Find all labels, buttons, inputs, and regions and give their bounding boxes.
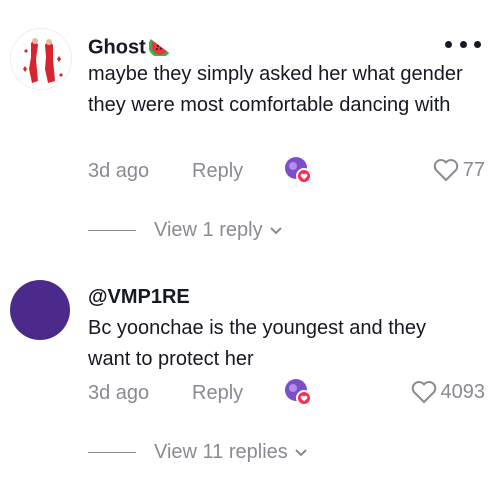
comment-meta: 3d ago Reply 4093 — [88, 378, 485, 408]
heart-outline-icon — [411, 381, 436, 403]
reply-button[interactable]: Reply — [192, 160, 243, 183]
username[interactable]: Ghost — [88, 34, 171, 62]
chevron-down-icon — [269, 219, 283, 242]
comment-2: @VMP1RE Bc yoonchae is the youngest and … — [0, 250, 495, 498]
view-replies-label: View 1 reply — [154, 218, 263, 241]
avatar[interactable] — [10, 280, 70, 340]
more-options-icon[interactable] — [445, 36, 481, 52]
comment-meta: 3d ago Reply 77 — [88, 156, 485, 186]
timestamp: 3d ago — [88, 160, 150, 182]
username[interactable]: @VMP1RE — [88, 286, 190, 309]
creator-liked-avatar-icon — [284, 378, 312, 406]
comment-1: Ghost maybe they simply asked her what g… — [0, 0, 495, 250]
timestamp: 3d ago — [88, 382, 150, 404]
divider-line — [88, 451, 136, 453]
chevron-down-icon — [294, 441, 308, 464]
creator-liked-avatar-icon — [284, 156, 312, 184]
avatar-image — [11, 29, 71, 89]
like-count: 4093 — [440, 380, 486, 403]
view-replies-button[interactable]: View 1 reply — [88, 215, 283, 245]
avatar[interactable] — [10, 28, 72, 90]
like-button[interactable]: 4093 — [411, 380, 486, 404]
view-replies-button[interactable]: View 11 replies — [88, 437, 308, 467]
divider-line — [88, 229, 136, 231]
like-count: 77 — [462, 158, 485, 181]
like-button[interactable]: 77 — [433, 158, 485, 182]
comment-text: Bc yoonchae is the youngest and they wan… — [88, 317, 427, 370]
username-text: Ghost — [88, 36, 146, 59]
heart-outline-icon — [433, 159, 458, 181]
comment-text: maybe they simply asked her what gender … — [88, 63, 463, 116]
reply-button[interactable]: Reply — [192, 382, 243, 405]
watermelon-icon — [148, 34, 171, 62]
view-replies-label: View 11 replies — [154, 440, 288, 463]
